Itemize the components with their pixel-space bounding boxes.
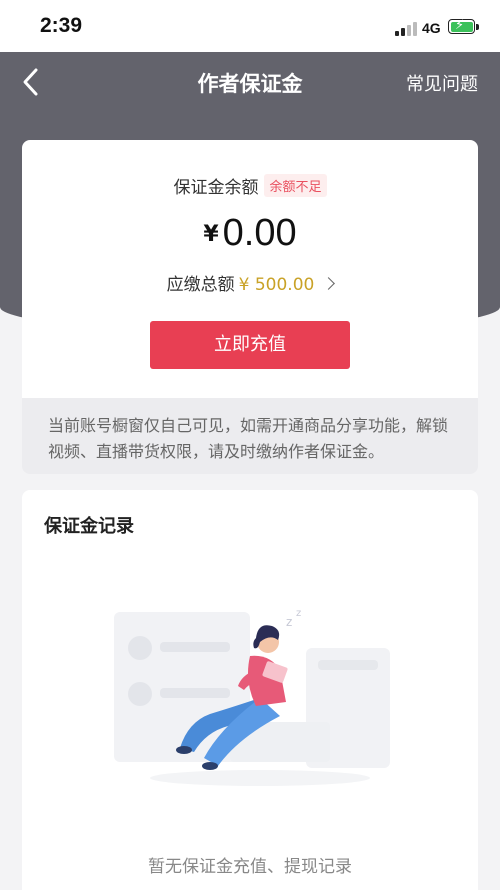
charging-bolt-icon: ⚡ [455,18,465,33]
insufficient-badge: 余额不足 [264,174,327,197]
balance-amount-row: ¥0.00 [22,212,478,255]
faq-link[interactable]: 常见问题 [406,70,478,96]
balance-card: 保证金余额 余额不足 ¥0.00 应缴总额 ¥ 500.00 立即充值 [22,140,478,398]
svg-text:z: z [286,615,292,629]
balance-label-row: 保证金余额 余额不足 [22,173,478,198]
balance-label: 保证金余额 [173,178,259,198]
status-bar: 2:39 4G ⚡ [0,0,500,52]
status-time: 2:39 [40,14,83,37]
notice-text: 当前账号橱窗仅自己可见，如需开通商品分享功能，解锁视频、直播带货权限，请及时缴纳… [22,398,478,474]
due-amount: ¥ 500.00 [238,275,315,295]
svg-text:z: z [296,608,301,619]
empty-state-illustration: z z [114,608,390,786]
network-type: 4G [422,20,441,36]
due-amount-row[interactable]: 应缴总额 ¥ 500.00 [22,270,478,295]
records-title: 保证金记录 [44,516,134,537]
recharge-button[interactable]: 立即充值 [150,321,350,369]
balance-amount: 0.00 [222,212,297,254]
currency-symbol: ¥ [203,222,219,247]
chevron-right-icon [322,277,336,290]
records-card: 保证金记录 z z 暂无保证金充值、提现记录 [22,490,478,890]
signal-icon [395,22,417,36]
due-label: 应缴总额 [166,275,235,295]
battery-tip [476,24,479,30]
